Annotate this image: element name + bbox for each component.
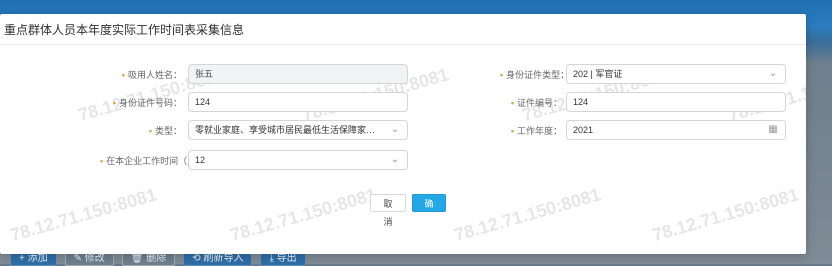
chevron-down-icon: ⌄ xyxy=(390,124,400,135)
category-select[interactable]: 零就业家庭、享受城市居民最低生活保障家庭劳动年... ⌄ xyxy=(188,120,408,140)
ok-button[interactable]: 确 定 xyxy=(412,194,446,227)
form-row: • 在本企业工作时间（月）： 12 ⌄ xyxy=(0,150,806,172)
id-number-input[interactable]: 124 xyxy=(188,92,408,112)
id-type-label: • 身份证件类型： xyxy=(500,70,570,80)
required-mark: • xyxy=(112,98,116,108)
required-mark: • xyxy=(100,156,104,166)
category-label: • 类型： xyxy=(148,126,182,136)
form-row: • 身份证件号码： 124 • 证件编号： 124 xyxy=(0,92,806,114)
work-year-label: • 工作年度： xyxy=(510,126,562,136)
months-label: • 在本企业工作时间（月）： xyxy=(100,156,210,166)
required-mark: • xyxy=(121,70,125,80)
cert-number-label: • 证件编号： xyxy=(510,98,562,108)
form-row: •类型： 零就业家庭、享受城市居民最低生活保障家庭劳动年... ⌄ •工作年度：… xyxy=(0,120,806,142)
dialog: 重点群体人员本年度实际工作时间表采集信息 78.12.71.150:8081 7… xyxy=(0,14,806,254)
cert-number-input[interactable]: 124 xyxy=(566,92,786,112)
dialog-actions: 取 消 确 定 xyxy=(0,194,806,227)
form-row: • 吸用人姓名： 张五 • 身份证件类型： 202 | 军官证 ⌄ xyxy=(0,64,806,86)
employer-name-label: • 吸用人姓名： xyxy=(121,70,182,80)
form: • 吸用人姓名： 张五 • 身份证件类型： 202 | 军官证 ⌄ • 身份证件号 xyxy=(0,56,806,196)
chevron-down-icon: ⌄ xyxy=(768,68,778,79)
required-mark: • xyxy=(510,98,514,108)
required-mark: • xyxy=(510,126,514,136)
employer-name-input[interactable]: 张五 xyxy=(188,64,408,84)
dialog-title: 重点群体人员本年度实际工作时间表采集信息 xyxy=(4,22,245,37)
work-year-input[interactable]: 2021 ▦ xyxy=(566,120,786,140)
cancel-button[interactable]: 取 消 xyxy=(370,194,406,227)
required-mark: • xyxy=(500,70,504,80)
months-select[interactable]: 12 ⌄ xyxy=(188,150,408,170)
calendar-icon: ▦ xyxy=(768,124,778,135)
chevron-down-icon: ⌄ xyxy=(390,154,400,165)
dialog-header: 重点群体人员本年度实际工作时间表采集信息 xyxy=(0,14,806,45)
id-type-select[interactable]: 202 | 军官证 ⌄ xyxy=(566,64,786,84)
id-number-label: • 身份证件号码： xyxy=(112,98,182,108)
required-mark: • xyxy=(148,126,152,136)
